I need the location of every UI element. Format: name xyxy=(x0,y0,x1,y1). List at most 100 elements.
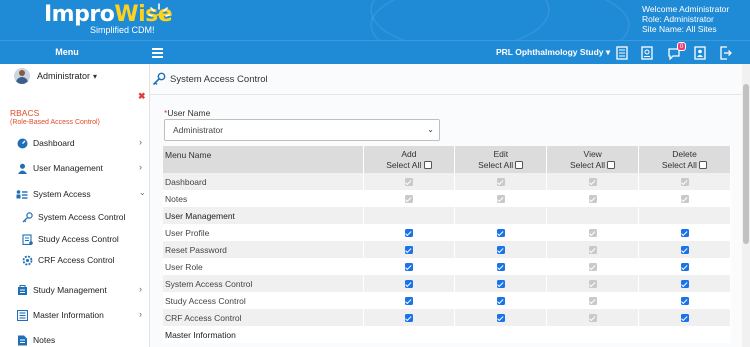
system-access-icon xyxy=(16,188,28,200)
menu-name-cell: User Role xyxy=(163,258,364,275)
key-icon xyxy=(152,72,166,86)
hamburger-icon[interactable] xyxy=(152,48,163,58)
edit-checkbox[interactable] xyxy=(496,280,505,289)
delete-checkbox[interactable] xyxy=(680,229,689,238)
notes-icon xyxy=(16,334,28,346)
edit-checkbox xyxy=(496,195,505,204)
column-header-add: Add Select All xyxy=(363,146,456,173)
site-text: Site Name: All Sites xyxy=(642,24,717,34)
module-title: RBACS (Role-Based Access Control) xyxy=(10,108,100,128)
study-selector[interactable]: PRL Ophthalmology Study ▾ xyxy=(496,47,610,58)
delete-checkbox[interactable] xyxy=(680,246,689,255)
user-name-select-value: Administrator xyxy=(173,125,224,135)
add-checkbox[interactable] xyxy=(404,280,413,289)
table-row: Dashboard xyxy=(163,173,731,190)
select-all-view-checkbox[interactable] xyxy=(607,161,616,170)
select-all-delete-checkbox[interactable] xyxy=(699,161,708,170)
table-header-row: Menu Name Add Select All Edit Select All… xyxy=(163,146,731,173)
edit-checkbox[interactable] xyxy=(496,229,505,238)
select-all-add-checkbox[interactable] xyxy=(423,161,432,170)
chevron-right-icon: › xyxy=(139,162,142,172)
delete-checkbox[interactable] xyxy=(680,280,689,289)
sidebar-item-user-management[interactable]: User Management › xyxy=(0,158,150,178)
select-all-edit-checkbox[interactable] xyxy=(515,161,524,170)
edit-cell xyxy=(454,292,548,309)
user-name-select[interactable]: Administrator ⌄ xyxy=(164,119,440,141)
delete-checkbox[interactable] xyxy=(680,314,689,323)
delete-cell xyxy=(638,241,731,258)
add-checkbox[interactable] xyxy=(404,314,413,323)
add-cell xyxy=(363,207,456,224)
top-navbar: Menu PRL Ophthalmology Study ▾ 0 xyxy=(0,40,750,64)
sidebar-user-name: Administrator xyxy=(37,71,91,81)
logout-icon[interactable] xyxy=(720,46,732,60)
view-checkbox xyxy=(588,229,597,238)
sidebar-item-label: System Access Control xyxy=(38,212,126,222)
sidebar-item-label: User Management xyxy=(33,163,103,173)
sidebar-item-master-information[interactable]: Master Information › xyxy=(0,305,150,325)
rbacs-title: RBACS xyxy=(10,108,40,118)
view-checkbox xyxy=(588,263,597,272)
table-section-row: User Management xyxy=(163,207,731,224)
edit-checkbox[interactable] xyxy=(496,263,505,272)
chevron-down-icon: ▾ xyxy=(93,71,98,81)
add-cell xyxy=(363,241,456,258)
sidebar-item-system-access-control[interactable]: System Access Control xyxy=(0,208,150,226)
add-cell xyxy=(363,309,456,326)
edit-checkbox[interactable] xyxy=(496,314,505,323)
edit-cell xyxy=(454,241,548,258)
app-header: ImproWise Simplified CDM! Welcome Admini… xyxy=(0,0,750,40)
page-title-text: System Access Control xyxy=(170,73,268,85)
edit-checkbox[interactable] xyxy=(496,246,505,255)
sidebar-item-study-access-control[interactable]: Study Access Control xyxy=(0,230,150,248)
close-icon[interactable]: ✖ xyxy=(138,91,146,102)
delete-cell xyxy=(638,258,731,275)
edit-cell xyxy=(454,173,548,190)
sidebar-item-dashboard[interactable]: Dashboard › xyxy=(0,133,150,153)
add-checkbox[interactable] xyxy=(404,229,413,238)
view-checkbox xyxy=(588,280,597,289)
menu-name-cell: Study Access Control xyxy=(163,292,364,309)
add-checkbox[interactable] xyxy=(404,246,413,255)
table-row: Study Access Control xyxy=(163,292,731,309)
vertical-scrollbar[interactable] xyxy=(742,64,750,347)
menu-name-cell: Notes xyxy=(163,190,364,207)
role-text: Role: Administrator xyxy=(642,14,714,24)
menu-name-cell: CRF Access Control xyxy=(163,309,364,326)
divider xyxy=(150,94,742,95)
table-row: System Access Control xyxy=(163,275,731,292)
add-cell xyxy=(363,326,456,343)
scrollbar-thumb[interactable] xyxy=(743,84,749,244)
edit-checkbox[interactable] xyxy=(496,297,505,306)
table-row: CRF Access Control xyxy=(163,309,731,326)
dashboard-icon xyxy=(16,137,28,149)
add-cell xyxy=(363,190,456,207)
welcome-info: Welcome Administrator Role: Administrato… xyxy=(642,4,729,34)
delete-cell xyxy=(638,207,731,224)
document-icon[interactable] xyxy=(616,46,628,60)
view-checkbox xyxy=(588,314,597,323)
id-card-icon[interactable] xyxy=(641,46,653,60)
add-checkbox[interactable] xyxy=(404,263,413,272)
sidebar-item-system-access[interactable]: System Access ⌄ xyxy=(0,184,150,204)
edit-cell xyxy=(454,258,548,275)
delete-checkbox xyxy=(680,178,689,187)
key-icon xyxy=(22,211,33,223)
chevron-down-icon: ▾ xyxy=(605,47,611,57)
sidebar-item-label: Master Information xyxy=(33,310,104,320)
add-checkbox[interactable] xyxy=(404,297,413,306)
user-card-icon[interactable] xyxy=(694,46,706,60)
sidebar-item-crf-access-control[interactable]: CRF Access Control xyxy=(0,251,150,269)
sidebar-item-notes[interactable]: Notes xyxy=(0,330,150,347)
column-header-view: View Select All xyxy=(546,146,640,173)
delete-checkbox[interactable] xyxy=(680,263,689,272)
sidebar-item-study-management[interactable]: Study Management › xyxy=(0,280,150,300)
add-cell xyxy=(363,275,456,292)
user-menu[interactable]: Administrator ▾ xyxy=(14,68,97,84)
view-cell xyxy=(546,173,640,190)
column-header-menu-name: Menu Name xyxy=(163,146,364,173)
edit-checkbox xyxy=(496,178,505,187)
menu-name-cell: System Access Control xyxy=(163,275,364,292)
delete-checkbox[interactable] xyxy=(680,297,689,306)
select-all-label: Select All xyxy=(570,159,605,170)
